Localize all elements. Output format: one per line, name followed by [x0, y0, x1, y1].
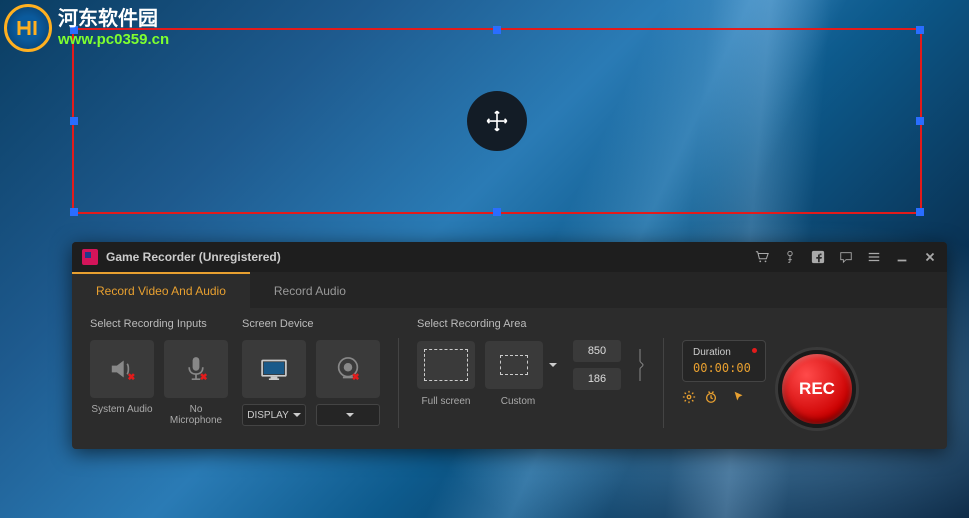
duration-time: 00:00:00 [693, 361, 755, 375]
custom-area-card[interactable] [485, 341, 543, 389]
app-window: Game Recorder (Unregistered) Record Vide… [72, 242, 947, 449]
width-input[interactable] [573, 340, 621, 362]
fullscreen-card[interactable] [417, 341, 475, 389]
record-button[interactable]: REC [778, 350, 856, 428]
move-handle[interactable] [467, 91, 527, 151]
app-icon [82, 249, 98, 265]
resize-handle-bottom-left[interactable] [70, 208, 78, 216]
status-dot-icon [752, 348, 757, 353]
display-dropdown-label: DISPLAY [247, 410, 289, 421]
minimize-icon[interactable] [895, 250, 909, 264]
webcam-card[interactable] [316, 340, 380, 398]
watermark-logo [4, 4, 52, 52]
display-card[interactable] [242, 340, 306, 398]
height-input[interactable] [573, 368, 621, 390]
close-icon[interactable] [923, 250, 937, 264]
screen-section: Screen Device [242, 318, 380, 426]
custom-caret-icon[interactable] [549, 363, 557, 367]
system-audio-label: System Audio [90, 404, 154, 426]
resize-handle-top-middle[interactable] [493, 26, 501, 34]
watermark-title: 河东软件园 [58, 7, 169, 31]
feedback-icon[interactable] [839, 250, 853, 264]
watermark-url: www.pc0359.cn [58, 31, 169, 49]
microphone-card[interactable] [164, 340, 228, 398]
cursor-icon[interactable] [732, 390, 746, 409]
fullscreen-rect-icon [424, 349, 468, 381]
key-icon[interactable] [783, 250, 797, 264]
inputs-section-label: Select Recording Inputs [90, 318, 228, 330]
microphone-label: No Microphone [164, 404, 228, 426]
facebook-icon[interactable] [811, 250, 825, 264]
titlebar[interactable]: Game Recorder (Unregistered) [72, 242, 947, 272]
tab-record-audio[interactable]: Record Audio [250, 272, 370, 308]
recording-selection-area[interactable] [72, 28, 922, 214]
resize-handle-bottom-middle[interactable] [493, 208, 501, 216]
resize-handle-top-right[interactable] [916, 26, 924, 34]
schedule-clock-icon[interactable] [704, 390, 718, 404]
area-section: Select Recording Area [417, 318, 645, 407]
fullscreen-label: Full screen [417, 396, 475, 407]
cart-icon[interactable] [755, 250, 769, 264]
window-title: Game Recorder (Unregistered) [106, 250, 755, 264]
tabs: Record Video And Audio Record Audio [72, 272, 947, 308]
watermark: 河东软件园 www.pc0359.cn [4, 4, 169, 52]
resize-handle-middle-left[interactable] [70, 117, 78, 125]
caret-down-icon [293, 413, 301, 417]
area-section-label: Select Recording Area [417, 318, 645, 330]
webcam-dropdown[interactable] [316, 404, 380, 426]
resize-handle-middle-right[interactable] [916, 117, 924, 125]
duration-box[interactable]: Duration 00:00:00 [682, 340, 766, 382]
settings-gear-icon[interactable] [682, 390, 696, 404]
caret-down-icon [346, 413, 354, 417]
duration-label: Duration [693, 347, 755, 358]
system-audio-card[interactable] [90, 340, 154, 398]
display-dropdown[interactable]: DISPLAY [242, 404, 306, 426]
screen-section-label: Screen Device [242, 318, 380, 330]
record-button-label: REC [799, 379, 835, 399]
resize-handle-bottom-right[interactable] [916, 208, 924, 216]
inputs-section: Select Recording Inputs [90, 318, 228, 426]
custom-rect-icon [500, 355, 528, 375]
divider [663, 338, 664, 428]
divider [398, 338, 399, 428]
tab-record-video-audio[interactable]: Record Video And Audio [72, 272, 250, 308]
custom-label: Custom [485, 396, 551, 407]
menu-icon[interactable] [867, 250, 881, 264]
main-panel: Select Recording Inputs [72, 308, 947, 440]
aspect-lock-icon[interactable] [635, 345, 645, 385]
